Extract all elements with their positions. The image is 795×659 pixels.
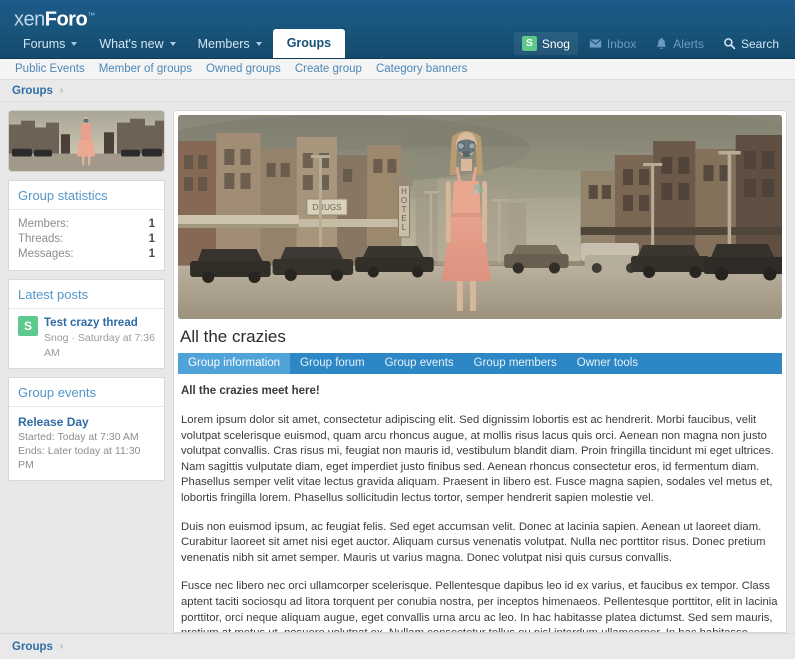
- latest-post-meta: Snog · Saturday at 7:36 AM: [44, 332, 155, 359]
- search-button[interactable]: Search: [715, 33, 787, 55]
- group-tabs: Group information Group forum Group even…: [178, 353, 782, 374]
- footer-breadcrumb: Groups ›: [0, 633, 795, 659]
- envelope-icon: [589, 37, 602, 50]
- subnav-item-public-events[interactable]: Public Events: [8, 59, 92, 79]
- tab-group-events[interactable]: Group events: [375, 353, 464, 374]
- user-menu-bar: S Snog Inbox Alerts Search: [514, 32, 787, 55]
- event-title[interactable]: Release Day: [18, 414, 155, 430]
- footer-breadcrumb-item-groups[interactable]: Groups: [12, 641, 53, 653]
- subnav-item-create-group[interactable]: Create group: [288, 59, 369, 79]
- tab-group-forum[interactable]: Group forum: [290, 353, 375, 374]
- page-title: All the crazies: [174, 319, 786, 353]
- user-account-menu[interactable]: S Snog: [514, 32, 578, 55]
- breadcrumb-separator-icon: ›: [60, 641, 63, 652]
- avatar: S: [18, 316, 38, 336]
- group-description-lead: All the crazies meet here!: [181, 383, 779, 399]
- latest-posts-title: Latest posts: [9, 280, 164, 309]
- group-description-paragraph: Lorem ipsum dolor sit amet, consectetur …: [181, 413, 779, 507]
- logo-suffix: Foro: [45, 9, 87, 31]
- nav-item-label: What's new: [99, 36, 163, 52]
- bell-icon: [655, 37, 668, 50]
- tab-group-information[interactable]: Group information: [178, 353, 290, 374]
- group-events-panel: Group events Release Day Started: Today …: [8, 377, 165, 481]
- nav-item-members[interactable]: Members: [187, 31, 273, 58]
- latest-posts-body: S Test crazy thread Snog · Saturday at 7…: [9, 309, 164, 368]
- nav-item-label: Members: [198, 36, 250, 52]
- nav-item-label: Forums: [23, 36, 65, 52]
- site-logo[interactable]: xenForo™: [14, 5, 795, 31]
- latest-post-title[interactable]: Test crazy thread: [44, 316, 155, 330]
- subnav-item-owned-groups[interactable]: Owned groups: [199, 59, 288, 79]
- alerts-button[interactable]: Alerts: [647, 33, 712, 55]
- nav-item-label: Groups: [287, 35, 331, 51]
- stat-row-messages: Messages: 1: [18, 247, 155, 262]
- stat-value: 1: [149, 247, 155, 262]
- group-statistics-body: Members: 1 Threads: 1 Messages: 1: [9, 210, 164, 270]
- page-body: Group statistics Members: 1 Threads: 1 M…: [0, 102, 795, 633]
- sidebar-group-thumbnail[interactable]: [8, 110, 165, 172]
- chevron-down-icon: [170, 42, 176, 46]
- chevron-down-icon: [71, 42, 77, 46]
- nav-item-whats-new[interactable]: What's new: [88, 31, 186, 58]
- user-account-label: Snog: [542, 37, 570, 51]
- group-banner-image: DRUGS HO TEL: [178, 115, 782, 319]
- page-root: xenForo™ Forums What's new Members Group…: [0, 0, 795, 659]
- chevron-down-icon: [256, 42, 262, 46]
- alerts-label: Alerts: [673, 37, 704, 51]
- secondary-navigation: Public Events Member of groups Owned gro…: [0, 59, 795, 80]
- stat-label: Threads:: [18, 232, 63, 247]
- logo-bar: xenForo™: [0, 0, 795, 30]
- stat-value: 1: [149, 217, 155, 232]
- nav-item-forums[interactable]: Forums: [12, 31, 88, 58]
- list-item[interactable]: S Test crazy thread Snog · Saturday at 7…: [18, 316, 155, 360]
- subnav-item-member-of-groups[interactable]: Member of groups: [92, 59, 199, 79]
- stat-label: Messages:: [18, 247, 74, 262]
- nav-item-groups[interactable]: Groups: [273, 29, 345, 58]
- event-end: Ends: Later today at 11:30 PM: [18, 444, 155, 472]
- breadcrumb-item-groups[interactable]: Groups: [12, 85, 53, 97]
- main-content: DRUGS HO TEL: [173, 110, 787, 633]
- list-item[interactable]: Release Day Started: Today at 7:30 AM En…: [18, 414, 155, 472]
- logo-trademark: ™: [87, 11, 95, 20]
- site-header: xenForo™ Forums What's new Members Group…: [0, 0, 795, 59]
- stat-value: 1: [149, 232, 155, 247]
- stat-label: Members:: [18, 217, 69, 232]
- group-events-body: Release Day Started: Today at 7:30 AM En…: [9, 407, 164, 480]
- group-statistics-panel: Group statistics Members: 1 Threads: 1 M…: [8, 180, 165, 271]
- avatar: S: [522, 36, 537, 51]
- logo-prefix: xen: [14, 9, 45, 31]
- search-icon: [723, 37, 736, 50]
- breadcrumb: Groups ›: [0, 80, 795, 102]
- stat-row-members: Members: 1: [18, 217, 155, 232]
- group-statistics-title: Group statistics: [9, 181, 164, 210]
- stat-row-threads: Threads: 1: [18, 232, 155, 247]
- group-information-content: All the crazies meet here! Lorem ipsum d…: [174, 374, 786, 632]
- group-events-title: Group events: [9, 378, 164, 407]
- breadcrumb-separator-icon: ›: [60, 85, 63, 96]
- tab-group-members[interactable]: Group members: [464, 353, 567, 374]
- group-description-paragraph: Duis non euismod ipsum, ac feugiat felis…: [181, 520, 779, 567]
- subnav-item-category-banners[interactable]: Category banners: [369, 59, 474, 79]
- search-label: Search: [741, 37, 779, 51]
- tab-owner-tools[interactable]: Owner tools: [567, 353, 648, 374]
- group-description-paragraph: Fusce nec libero nec orci ullamcorper sc…: [181, 579, 779, 632]
- inbox-button[interactable]: Inbox: [581, 33, 644, 55]
- inbox-label: Inbox: [607, 37, 636, 51]
- latest-posts-panel: Latest posts S Test crazy thread Snog · …: [8, 279, 165, 369]
- event-start: Started: Today at 7:30 AM: [18, 430, 155, 444]
- sidebar: Group statistics Members: 1 Threads: 1 M…: [8, 110, 165, 633]
